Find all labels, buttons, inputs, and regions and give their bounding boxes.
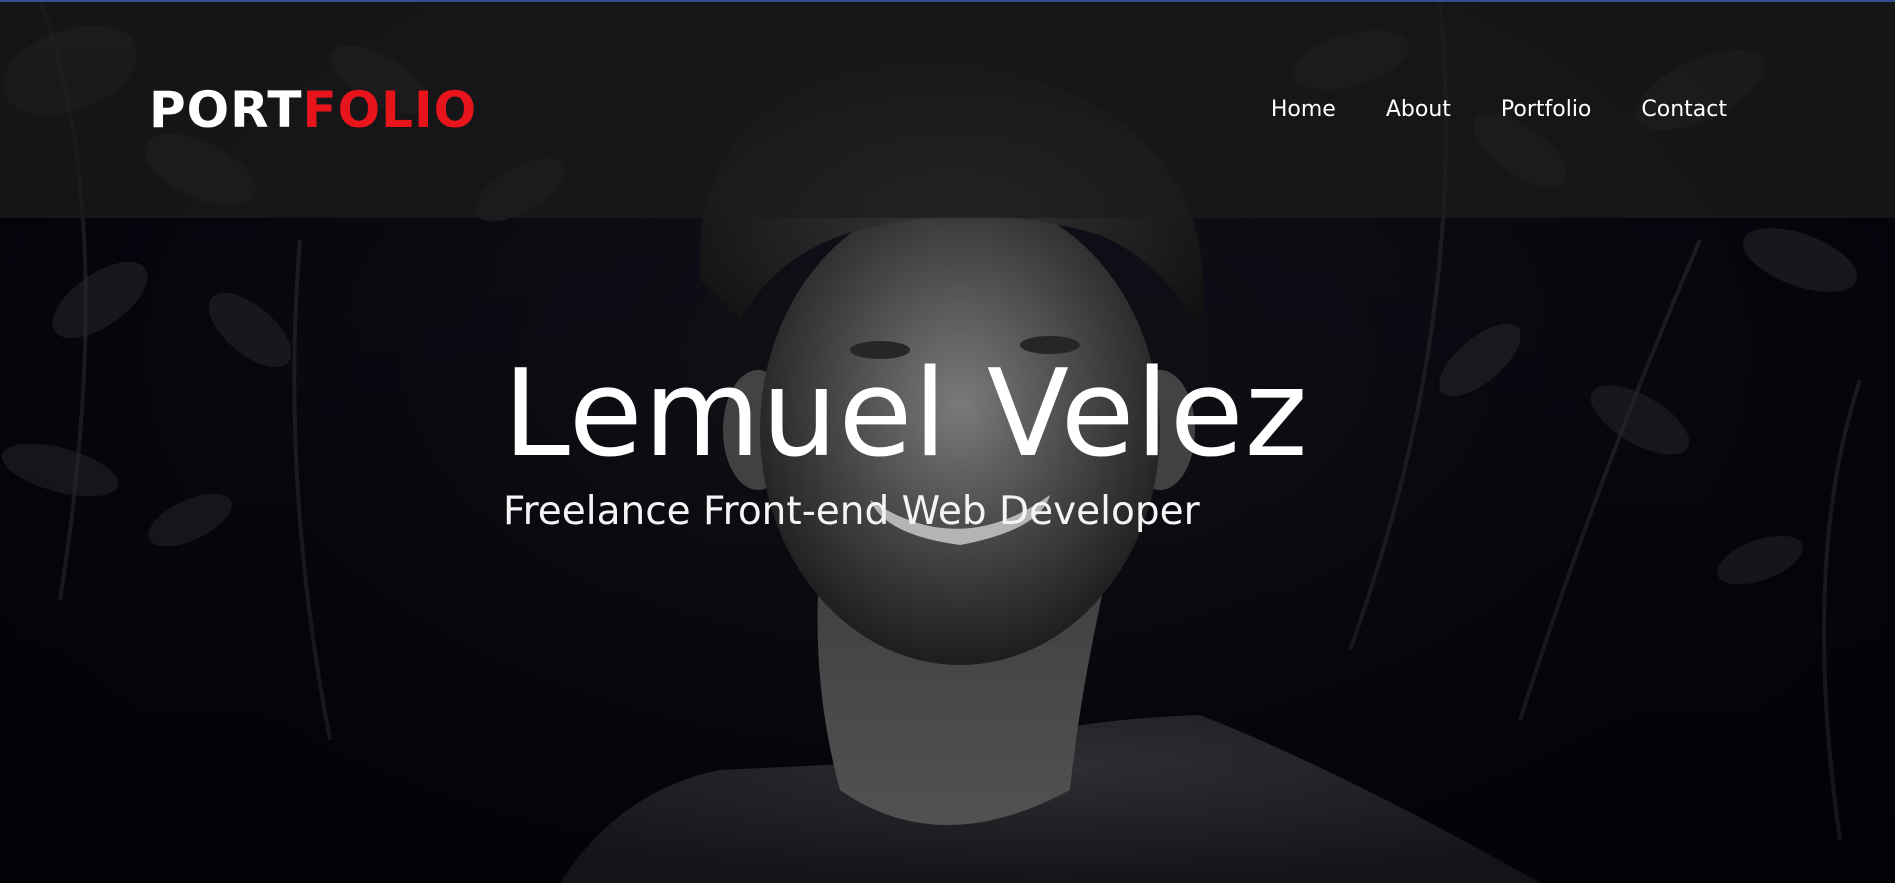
portfolio-logo[interactable]: PORTFOLIO xyxy=(149,80,477,140)
nav-link-home[interactable]: Home xyxy=(1271,95,1336,125)
nav-link-contact[interactable]: Contact xyxy=(1641,95,1727,125)
logo-text-folio: FOLIO xyxy=(302,81,478,139)
hero-text-block: Lemuel Velez Freelance Front-end Web Dev… xyxy=(503,345,1309,537)
nav-link-about[interactable]: About xyxy=(1386,95,1451,125)
top-navbar: PORTFOLIO Home About Portfolio Contact xyxy=(0,2,1895,218)
hero-section: PORTFOLIO Home About Portfolio Contact L… xyxy=(0,0,1895,883)
nav-link-portfolio[interactable]: Portfolio xyxy=(1501,95,1592,125)
logo-text-port: PORT xyxy=(149,81,303,139)
main-nav: Home About Portfolio Contact xyxy=(1271,95,1727,125)
hero-subtitle: Freelance Front-end Web Developer xyxy=(503,489,1200,534)
top-accent-bar xyxy=(0,0,1895,2)
hero-name-heading: Lemuel Velez xyxy=(503,345,1309,484)
